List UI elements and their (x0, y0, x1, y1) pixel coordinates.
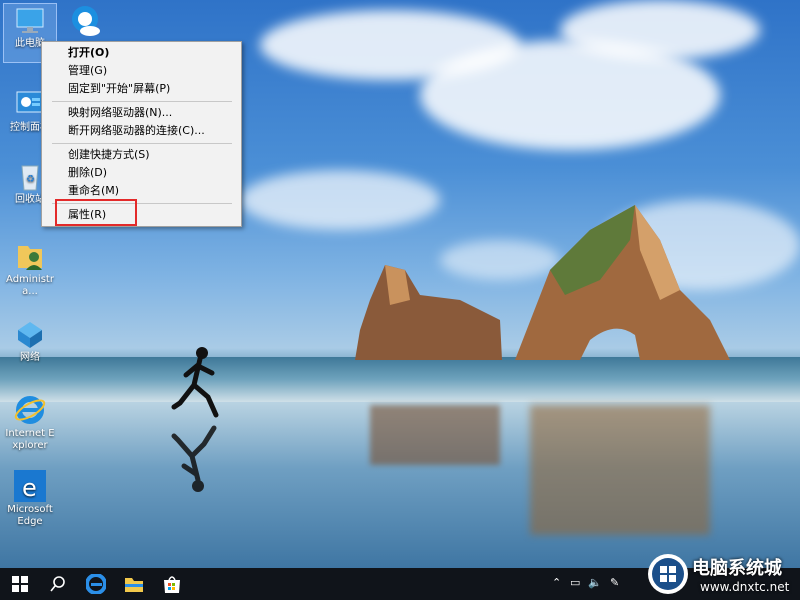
system-tray: ⌃ ▭ 🔈 ✎ (552, 576, 642, 592)
taskbar-store[interactable] (152, 568, 192, 600)
highlight-box (55, 199, 137, 226)
desktop[interactable]: 此电脑 控制面板 ♻ 回收站 Administra... 网络 Internet… (0, 0, 800, 600)
menu-item-pin-to-start[interactable]: 固定到"开始"屏幕(P) (42, 80, 241, 98)
menu-item-open[interactable]: 打开(O) (42, 44, 241, 62)
chevron-up-icon[interactable]: ⌃ (552, 576, 561, 589)
start-button[interactable] (0, 568, 40, 600)
svg-text:♻: ♻ (26, 174, 35, 185)
watermark-url: www.dnxtc.net (700, 580, 790, 594)
edge-icon: e (14, 470, 46, 502)
search-button[interactable] (38, 568, 78, 600)
menu-item-delete[interactable]: 删除(D) (42, 164, 241, 182)
volume-icon[interactable]: 🔈 (588, 576, 602, 589)
network-tray-icon[interactable]: ▭ (570, 576, 580, 589)
internet-explorer-icon (14, 394, 46, 426)
pen-icon[interactable]: ✎ (610, 576, 619, 589)
rock-arch (515, 205, 730, 360)
desktop-icon-label: Administra... (6, 274, 54, 297)
menu-separator (52, 143, 232, 144)
store-icon (164, 576, 180, 593)
search-icon (50, 576, 65, 592)
windows-icon (12, 576, 28, 592)
desktop-icon-label: Internet Explorer (5, 428, 55, 451)
svg-text:e: e (22, 474, 37, 502)
desktop-icon-internet-explorer[interactable]: Internet Explorer (4, 394, 56, 460)
desktop-icon-browser[interactable] (60, 4, 110, 42)
watermark: 电脑系统城 www.dnxtc.net (640, 550, 800, 600)
menu-item-create-shortcut[interactable]: 创建快捷方式(S) (42, 146, 241, 164)
edge-icon (86, 574, 106, 594)
desktop-icon-network[interactable]: 网络 (4, 318, 56, 368)
desktop-icon-administrator[interactable]: Administra... (4, 240, 56, 297)
runner (171, 347, 219, 418)
taskbar-file-explorer[interactable] (114, 568, 154, 600)
menu-item-map-network-drive[interactable]: 映射网络驱动器(N)... (42, 104, 241, 122)
browser-icon (68, 4, 102, 38)
runner-reflection (171, 425, 217, 492)
menu-item-disconnect-network-drive[interactable]: 断开网络驱动器的连接(C)... (42, 122, 241, 140)
desktop-icon-label: Microsoft Edge (7, 504, 53, 527)
computer-icon (14, 4, 46, 36)
menu-item-rename[interactable]: 重命名(M) (42, 182, 241, 200)
watermark-logo-icon (648, 554, 688, 594)
user-folder-icon (14, 240, 46, 272)
taskbar-edge[interactable] (76, 568, 116, 600)
desktop-icon-microsoft-edge[interactable]: e Microsoft Edge (4, 470, 56, 536)
menu-item-manage[interactable]: 管理(G) (42, 62, 241, 80)
network-icon (14, 318, 46, 350)
desktop-icon-label: 网络 (20, 352, 40, 363)
folder-icon (125, 578, 143, 592)
watermark-text: 电脑系统城 (692, 558, 782, 579)
menu-separator (52, 101, 232, 102)
rock-small (355, 265, 502, 360)
